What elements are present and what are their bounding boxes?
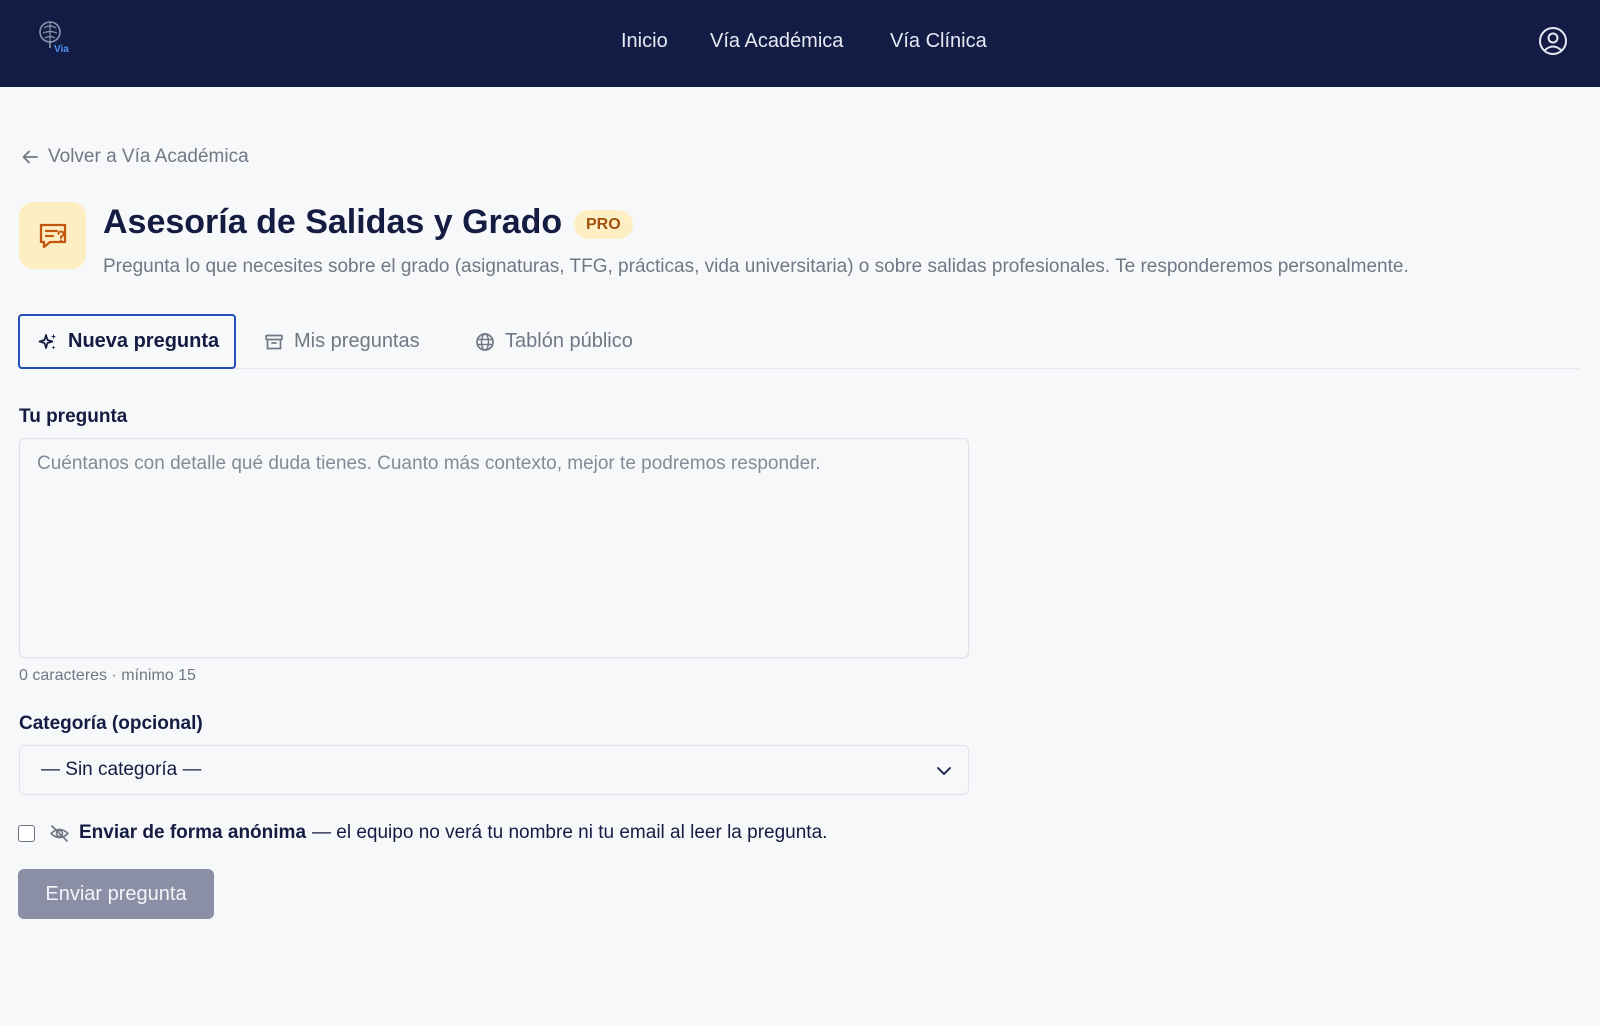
sparkles-icon — [38, 333, 56, 349]
category-selected-value: — Sin categoría — — [41, 759, 202, 780]
page-subtitle: Pregunta lo que necesites sobre el grado… — [103, 256, 1409, 277]
globe-icon — [476, 332, 494, 351]
header-icon-container — [19, 202, 86, 269]
pro-badge: PRO — [574, 210, 633, 239]
tab-label: Mis preguntas — [294, 330, 420, 352]
back-link-label: Volver a Vía Académica — [48, 146, 249, 167]
character-count: 0 caracteres · mínimo 15 — [19, 667, 196, 684]
category-select[interactable]: — Sin categoría — — [19, 745, 969, 795]
arrow-left-icon — [22, 150, 38, 164]
main-nav: Inicio Vía Académica Vía Clínica — [0, 0, 1600, 87]
anonymous-label-strong: Enviar de forma anónima — [79, 822, 307, 843]
back-link[interactable]: Volver a Vía Académica — [20, 146, 249, 168]
submit-question-button[interactable]: Enviar pregunta — [18, 869, 214, 919]
tabs-divider — [19, 368, 1579, 369]
nav-link-via-clinica[interactable]: Vía Clínica — [890, 30, 987, 53]
question-textarea[interactable] — [19, 438, 969, 658]
archive-icon — [265, 334, 283, 349]
eye-off-icon — [50, 824, 69, 842]
tab-label: Nueva pregunta — [68, 330, 220, 352]
tab-nueva-pregunta[interactable]: Nueva pregunta — [18, 314, 236, 369]
anonymous-label-detail: — el equipo no verá tu nombre ni tu emai… — [312, 822, 828, 843]
message-question-icon — [39, 223, 66, 248]
question-label: Tu pregunta — [19, 406, 128, 427]
user-account-icon[interactable] — [1538, 26, 1568, 56]
tab-mis-preguntas[interactable]: Mis preguntas — [264, 314, 420, 369]
tab-tablon-publico[interactable]: Tablón público — [475, 314, 633, 369]
category-label: Categoría (opcional) — [19, 713, 203, 734]
page-title: Asesoría de Salidas y Grado — [103, 203, 563, 241]
nav-link-inicio[interactable]: Inicio — [621, 30, 668, 53]
nav-link-via-academica[interactable]: Vía Académica — [710, 30, 843, 53]
chevron-down-icon — [937, 767, 951, 775]
tab-label: Tablón público — [505, 330, 633, 352]
top-navigation-bar: Via Inicio Vía Académica Vía Clínica — [0, 0, 1600, 87]
anonymous-option: Enviar de forma anónima — el equipo no v… — [18, 820, 827, 846]
anonymous-checkbox[interactable] — [18, 824, 35, 842]
